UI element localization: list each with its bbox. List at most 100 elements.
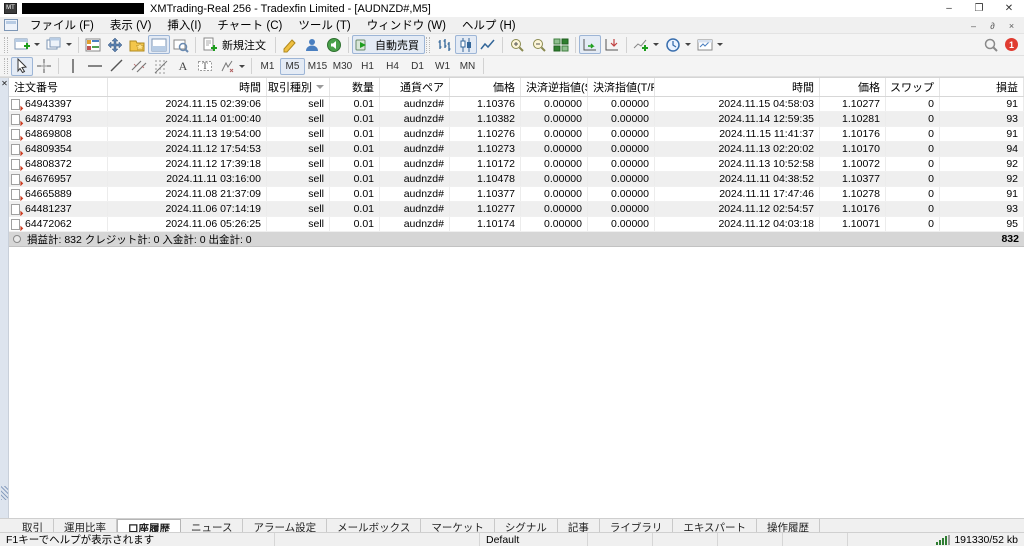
new-chart-button[interactable]	[11, 35, 43, 54]
column-header-profit[interactable]: 損益	[940, 78, 1024, 96]
terminal-tab[interactable]: 口座履歴	[117, 519, 181, 532]
menu-item[interactable]: ファイル (F)	[22, 15, 102, 35]
timeframe-button[interactable]: M30	[330, 58, 355, 75]
restore-button[interactable]: ❐	[964, 0, 994, 17]
search-icon[interactable]	[983, 37, 999, 53]
navigator-button[interactable]	[126, 35, 148, 54]
timeframe-button[interactable]: H1	[355, 58, 380, 75]
profiles-button[interactable]	[43, 35, 75, 54]
terminal-tab[interactable]: 運用比率	[54, 519, 117, 532]
vertical-line-button[interactable]	[62, 57, 84, 76]
line-chart-button[interactable]	[477, 35, 499, 54]
table-row[interactable]: 64472062 2024.11.06 05:26:25 sell 0.01 a…	[9, 217, 1024, 232]
minimize-button[interactable]: –	[934, 0, 964, 17]
mdi-close-button[interactable]: ×	[1003, 19, 1020, 32]
table-row[interactable]: 64481237 2024.11.06 07:14:19 sell 0.01 a…	[9, 202, 1024, 217]
strategy-tester-button[interactable]	[170, 35, 192, 54]
sounds-button[interactable]	[323, 35, 345, 54]
column-header-swap[interactable]: スワップ	[886, 78, 940, 96]
column-header-open-price[interactable]: 価格	[450, 78, 521, 96]
toolbar-grip[interactable]	[4, 58, 8, 74]
terminal-tab[interactable]: 操作履歴	[757, 519, 821, 532]
indicators-button[interactable]	[630, 35, 662, 54]
notification-badge[interactable]: 1	[1005, 38, 1018, 51]
channel-button[interactable]	[128, 57, 150, 76]
menu-item[interactable]: チャート (C)	[209, 15, 290, 35]
terminal-tab[interactable]: 記事	[558, 519, 600, 532]
menu-item[interactable]: ウィンドウ (W)	[359, 15, 454, 35]
timeframe-button[interactable]: M5	[280, 57, 305, 75]
terminal-tab[interactable]: ライブラリ	[600, 519, 674, 532]
panel-close-icon[interactable]: ✕	[0, 79, 9, 89]
menu-item[interactable]: 挿入(I)	[159, 15, 209, 35]
terminal-tab[interactable]: アラーム設定	[243, 519, 328, 532]
auto-scroll-button[interactable]	[579, 35, 601, 54]
column-header-open-time[interactable]: 時間	[108, 78, 267, 96]
trendline-button[interactable]	[106, 57, 128, 76]
table-row[interactable]: 64665889 2024.11.08 21:37:09 sell 0.01 a…	[9, 187, 1024, 202]
candlestick-chart-button[interactable]	[455, 35, 477, 54]
column-header-symbol[interactable]: 通貨ペア	[380, 78, 450, 96]
table-row[interactable]: 64808372 2024.11.12 17:39:18 sell 0.01 a…	[9, 157, 1024, 172]
tile-windows-button[interactable]	[550, 35, 572, 54]
terminal-tab[interactable]: エキスパート	[673, 519, 758, 532]
crosshair-button[interactable]	[33, 57, 55, 76]
shapes-button[interactable]	[216, 57, 248, 76]
templates-button[interactable]	[694, 35, 726, 54]
chart-window-icon[interactable]	[4, 19, 18, 31]
close-button[interactable]: ✕	[994, 0, 1024, 17]
menu-item[interactable]: 表示 (V)	[102, 15, 160, 35]
text-label-button[interactable]: T	[194, 57, 216, 76]
mdi-restore-button[interactable]: ∂	[984, 19, 1001, 32]
terminal-button[interactable]	[148, 35, 170, 54]
horizontal-line-button[interactable]	[84, 57, 106, 76]
periods-button[interactable]	[662, 35, 694, 54]
timeframe-button[interactable]: MN	[455, 58, 480, 75]
chart-shift-button[interactable]	[601, 35, 623, 54]
menu-item[interactable]: ヘルプ (H)	[454, 15, 524, 35]
terminal-tab[interactable]: メールボックス	[327, 519, 422, 532]
dropdown-arrow-icon	[653, 43, 659, 46]
mdi-minimize-button[interactable]: –	[965, 19, 982, 32]
timeframe-button[interactable]: M1	[255, 58, 280, 75]
zoom-in-button[interactable]	[506, 35, 528, 54]
symbol-cell: audnzd#	[380, 202, 450, 216]
market-watch-button[interactable]	[82, 35, 104, 54]
column-header-order[interactable]: 注文番号	[9, 78, 108, 96]
table-row[interactable]: 64676957 2024.11.11 03:16:00 sell 0.01 a…	[9, 172, 1024, 187]
bar-chart-button[interactable]	[433, 35, 455, 54]
column-header-close-price[interactable]: 価格	[820, 78, 886, 96]
text-button[interactable]: A	[172, 57, 194, 76]
column-header-volume[interactable]: 数量	[330, 78, 380, 96]
timeframe-button[interactable]: H4	[380, 58, 405, 75]
table-row[interactable]: 64809354 2024.11.12 17:54:53 sell 0.01 a…	[9, 142, 1024, 157]
column-header-type[interactable]: 取引種別	[267, 78, 330, 96]
zoom-out-button[interactable]	[528, 35, 550, 54]
timeframe-button[interactable]: W1	[430, 58, 455, 75]
terminal-tab[interactable]: 取引	[12, 519, 54, 532]
terminal-tab[interactable]: マーケット	[421, 519, 495, 532]
tp-cell: 0.00000	[588, 157, 655, 171]
fibonacci-button[interactable]	[150, 57, 172, 76]
toolbar-grip[interactable]	[426, 36, 430, 53]
menu-item[interactable]: ツール (T)	[290, 15, 358, 35]
column-header-close-time[interactable]: 時間	[655, 78, 820, 96]
cursor-button[interactable]	[11, 56, 33, 76]
metaeditor-button[interactable]	[279, 35, 301, 54]
column-header-sl[interactable]: 決済逆指値(S...	[521, 78, 588, 96]
autotrading-button[interactable]: 自動売買	[352, 35, 425, 54]
column-header-tp[interactable]: 決済指値(T/P)	[588, 78, 655, 96]
table-row[interactable]: 64943397 2024.11.15 02:39:06 sell 0.01 a…	[9, 97, 1024, 112]
mql5-community-button[interactable]	[301, 35, 323, 54]
terminal-tab[interactable]: シグナル	[495, 519, 558, 532]
panel-handle-icon[interactable]	[1, 486, 8, 500]
table-row[interactable]: 64874793 2024.11.14 01:00:40 sell 0.01 a…	[9, 112, 1024, 127]
data-window-button[interactable]	[104, 35, 126, 54]
new-order-button[interactable]: 新規注文	[199, 35, 272, 54]
status-profile[interactable]: Default	[480, 533, 588, 546]
timeframe-button[interactable]: M15	[305, 58, 330, 75]
table-row[interactable]: 64869808 2024.11.13 19:54:00 sell 0.01 a…	[9, 127, 1024, 142]
terminal-tab[interactable]: ニュース	[181, 519, 244, 532]
timeframe-button[interactable]: D1	[405, 58, 430, 75]
toolbar-grip[interactable]	[4, 36, 8, 53]
